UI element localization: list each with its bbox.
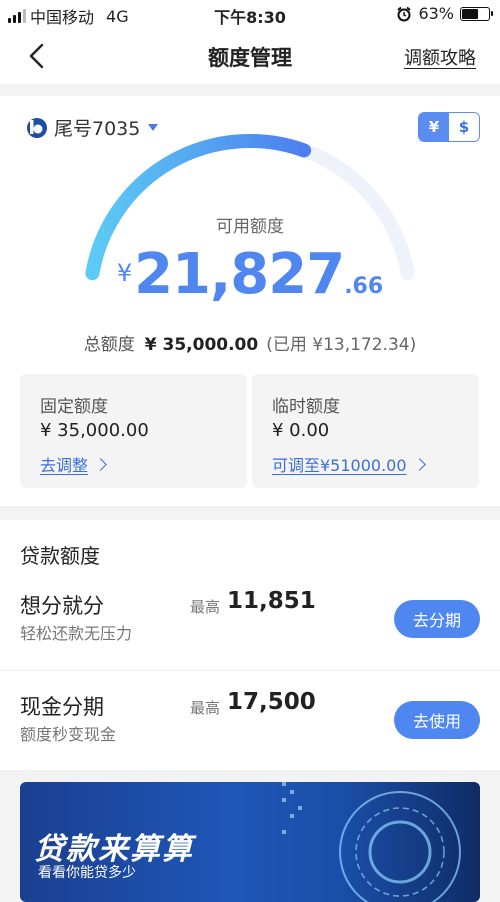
battery-icon xyxy=(460,6,493,21)
chevron-right-icon xyxy=(94,457,107,471)
max-value: 11,851 xyxy=(227,588,316,614)
adjust-fixed-label: 去调整 xyxy=(40,456,89,475)
loan-credit-card: 贷款额度 想分就分 轻松还款无压力 最高 11,851 去分期 现金分期 额度秒… xyxy=(0,520,500,770)
status-bar: 中国移动 4G 下午8:30 63% xyxy=(0,0,500,28)
fixed-credit-title: 固定额度 xyxy=(40,397,108,417)
adjust-fixed-link[interactable]: 去调整 xyxy=(40,452,107,476)
nav-bar: 额度管理 调额攻略 xyxy=(0,28,500,84)
max-label: 最高 xyxy=(190,699,221,717)
fixed-credit-value: ¥ 35,000.00 xyxy=(40,420,149,441)
total-credit-value: ¥ 35,000.00 xyxy=(144,335,259,355)
section-title: 贷款额度 xyxy=(20,544,100,568)
available-credit-label: 可用额度 xyxy=(216,217,284,237)
total-credit-label: 总额度 xyxy=(83,335,135,355)
installment-button[interactable]: 去分期 xyxy=(394,600,480,638)
banner-subtitle: 看看你能贷多少 xyxy=(38,865,136,881)
available-integer: 21,827 xyxy=(134,242,345,307)
alarm-icon xyxy=(397,6,412,21)
use-cash-button[interactable]: 去使用 xyxy=(394,701,480,739)
adjust-guide-link[interactable]: 调额攻略 xyxy=(404,44,476,70)
max-value: 17,500 xyxy=(227,689,316,715)
total-credit-line: 总额度 ¥ 35,000.00 (已用 ¥13,172.34) xyxy=(0,330,500,355)
temp-credit-title: 临时额度 xyxy=(272,397,340,417)
chevron-right-icon xyxy=(412,457,426,471)
used-credit-text: (已用 ¥13,172.34) xyxy=(266,335,417,355)
list-item: 想分就分 轻松还款无压力 最高 11,851 去分期 xyxy=(0,570,500,670)
loan-subtitle: 轻松还款无压力 xyxy=(20,624,133,643)
adjust-temp-link[interactable]: 可调至¥51000.00 xyxy=(272,452,426,476)
available-decimal: .66 xyxy=(344,274,384,299)
available-credit-amount: ¥21,827.66 xyxy=(0,242,500,307)
loan-name: 想分就分 xyxy=(20,594,104,618)
max-label: 最高 xyxy=(190,598,221,616)
temp-credit-value: ¥ 0.00 xyxy=(272,420,330,441)
loan-calculator-banner[interactable]: 贷款来算算 看看你能贷多少 xyxy=(20,782,480,902)
currency-symbol: ¥ xyxy=(116,259,133,287)
battery-percent: 63% xyxy=(418,4,454,23)
loan-name: 现金分期 xyxy=(20,695,104,719)
adjust-temp-label: 可调至¥51000.00 xyxy=(272,456,407,475)
temp-credit-box: 临时额度 ¥ 0.00 可调至¥51000.00 xyxy=(252,374,479,488)
fixed-credit-box: 固定额度 ¥ 35,000.00 去调整 xyxy=(20,374,247,488)
credit-overview-card: 尾号7035 ¥ $ 可用额度 ¥21,827.66 总额度 ¥ 35,000.0… xyxy=(0,96,500,506)
list-item: 现金分期 额度秒变现金 最高 17,500 去使用 xyxy=(0,670,500,770)
loan-subtitle: 额度秒变现金 xyxy=(20,725,117,744)
